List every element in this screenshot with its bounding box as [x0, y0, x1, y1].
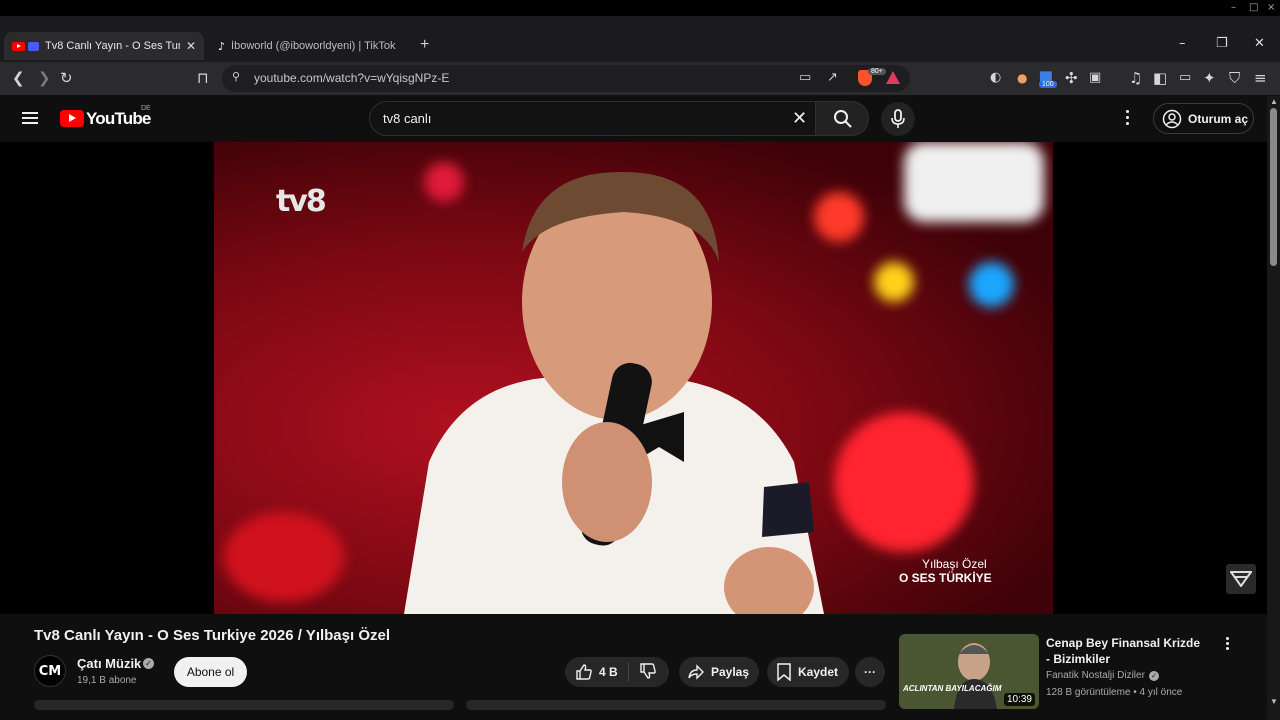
microphone-icon — [891, 109, 905, 128]
close-window-button[interactable]: ✕ — [1254, 36, 1265, 51]
extension-fox-icon[interactable]: ● — [1017, 70, 1027, 86]
verified-check-icon: ✓ — [143, 658, 154, 669]
shields-count-badge: 80+ — [868, 68, 886, 75]
site-info-icon[interactable]: ⚲ — [232, 70, 240, 83]
share-page-icon[interactable]: ↗ — [827, 70, 838, 85]
bookmark-icon[interactable]: ⊓ — [197, 70, 209, 86]
os-minimize-icon[interactable]: – — [1231, 2, 1236, 13]
minimize-window-button[interactable]: – — [1179, 36, 1186, 51]
recommendation-meta: 128 B görüntüleme • 4 yıl önce — [1046, 687, 1183, 698]
forward-icon[interactable]: ❯ — [38, 70, 51, 86]
search-icon — [834, 110, 852, 128]
leo-ai-icon[interactable]: ✦ — [1203, 70, 1216, 86]
recommendation-title[interactable]: Cenap Bey Finansal Krizde - Bizimkiler — [1046, 635, 1206, 667]
like-dislike-group: 4 B — [565, 657, 669, 687]
tab-strip: Tv8 Canlı Yayın - O Ses Turkiye ✕ ♪ İbow… — [0, 16, 1280, 62]
like-count: 4 B — [599, 665, 618, 679]
video-frame[interactable] — [214, 142, 1053, 614]
video-overlay-subtitle: Yılbaşı Özel — [922, 557, 987, 571]
settings-menu-icon[interactable] — [1126, 110, 1130, 126]
extension-badge: 100 — [1039, 81, 1057, 88]
like-button[interactable]: 4 B — [575, 663, 618, 681]
signin-button[interactable]: Oturum aç — [1153, 103, 1254, 134]
recommendation-thumbnail[interactable]: ACLINTAN BAYILACAĞIM 10:39 — [899, 634, 1039, 709]
extension-shield-icon[interactable]: ◐ — [990, 70, 1001, 86]
singer-figure — [404, 171, 824, 614]
scroll-up-icon[interactable]: ▲ — [1270, 97, 1278, 106]
menu-icon[interactable]: ≡ — [1254, 70, 1267, 86]
address-bar[interactable]: ⚲ youtube.com/watch?v=wYqisgNPz-E ▭ ↗ 80… — [222, 65, 910, 92]
dislike-button[interactable] — [639, 662, 663, 683]
bookmark-save-icon — [777, 663, 791, 681]
pill-divider — [627, 662, 629, 682]
thumbs-down-icon — [639, 662, 656, 679]
video-duration: 10:39 — [1003, 693, 1035, 706]
vpn-shield-icon[interactable]: ⛉ — [1229, 70, 1240, 86]
video-title: Tv8 Canlı Yayın - O Ses Turkiye 2026 / Y… — [34, 627, 391, 644]
channel-watermark-logo: tv8 — [276, 184, 327, 219]
clear-search-icon[interactable]: ✕ — [792, 108, 807, 129]
account-icon — [1162, 109, 1182, 128]
tab-youtube[interactable]: Tv8 Canlı Yayın - O Ses Turkiye ✕ — [4, 32, 204, 60]
voice-search-button[interactable] — [881, 102, 915, 136]
os-close-icon[interactable]: × — [1267, 2, 1275, 13]
recommendation-verified-icon: ✓ — [1149, 671, 1159, 681]
search-box[interactable]: tv8 canlı ✕ — [369, 101, 815, 136]
tab-tiktok[interactable]: ♪ İboworld (@iboworldyeni) | TikTok — [210, 32, 415, 60]
thumbs-up-icon — [576, 664, 592, 680]
os-maximize-icon[interactable]: □ — [1249, 2, 1258, 13]
extension-favicon-icon — [28, 41, 39, 51]
description-box-edge — [34, 700, 454, 710]
media-music-icon[interactable]: ♫ — [1129, 70, 1142, 86]
share-button[interactable]: Paylaş — [679, 657, 759, 687]
restore-window-button[interactable]: ❐ — [1216, 36, 1228, 51]
channel-name[interactable]: Çatı Müzik — [77, 656, 141, 671]
signin-label: Oturum aç — [1188, 111, 1249, 126]
channel-avatar[interactable]: CM — [34, 655, 66, 687]
watermark-badge[interactable] — [1226, 564, 1256, 594]
tab-title: İboworld (@iboworldyeni) | TikTok — [231, 40, 396, 52]
share-icon — [688, 664, 704, 680]
scroll-down-icon[interactable]: ▼ — [1270, 697, 1278, 706]
tab-title: Tv8 Canlı Yayın - O Ses Turkiye — [45, 40, 180, 52]
brave-rewards-icon[interactable] — [886, 71, 900, 84]
reload-icon[interactable]: ↻ — [60, 70, 73, 86]
share-label: Paylaş — [711, 665, 750, 679]
youtube-wordmark[interactable]: YouTube — [86, 109, 151, 129]
cast-icon[interactable]: ▭ — [799, 70, 811, 85]
branding-icon — [1230, 571, 1252, 587]
thumbnail-caption: ACLINTAN BAYILACAĞIM — [903, 684, 1002, 693]
guide-menu-icon[interactable] — [22, 112, 38, 124]
extension-box-icon[interactable]: ▣ — [1089, 70, 1101, 86]
back-icon[interactable]: ❮ — [12, 70, 25, 86]
os-title-bar: – □ × — [0, 0, 1280, 16]
scrollbar-thumb[interactable] — [1270, 108, 1277, 266]
more-actions-button[interactable]: ··· — [855, 657, 885, 687]
chat-box-edge — [466, 700, 886, 710]
sidebar-icon[interactable]: ◧ — [1153, 70, 1167, 86]
subscriber-count: 19,1 B abone — [77, 675, 137, 686]
search-input[interactable]: tv8 canlı — [383, 111, 431, 126]
tiktok-favicon-icon: ♪ — [218, 39, 226, 53]
search-button[interactable] — [815, 101, 869, 136]
video-overlay-title: O SES TÜRKİYE — [899, 571, 992, 585]
country-code: DE — [141, 105, 151, 112]
recommendation-channel[interactable]: Fanatik Nostalji Diziler — [1046, 670, 1145, 681]
youtube-logo-icon[interactable] — [60, 110, 84, 127]
save-label: Kaydet — [798, 665, 839, 679]
recommendation-menu-icon[interactable] — [1226, 637, 1229, 652]
youtube-favicon-icon — [12, 41, 25, 51]
url-text[interactable]: youtube.com/watch?v=wYqisgNPz-E — [254, 71, 449, 85]
new-tab-button[interactable]: + — [420, 36, 429, 54]
more-icon: ··· — [864, 665, 876, 679]
subscribe-button[interactable]: Abone ol — [174, 657, 247, 687]
close-tab-icon[interactable]: ✕ — [186, 39, 196, 53]
save-button[interactable]: Kaydet — [767, 657, 849, 687]
wallet-icon[interactable]: ▭ — [1179, 70, 1191, 86]
extensions-puzzle-icon[interactable]: ✣ — [1065, 70, 1078, 86]
